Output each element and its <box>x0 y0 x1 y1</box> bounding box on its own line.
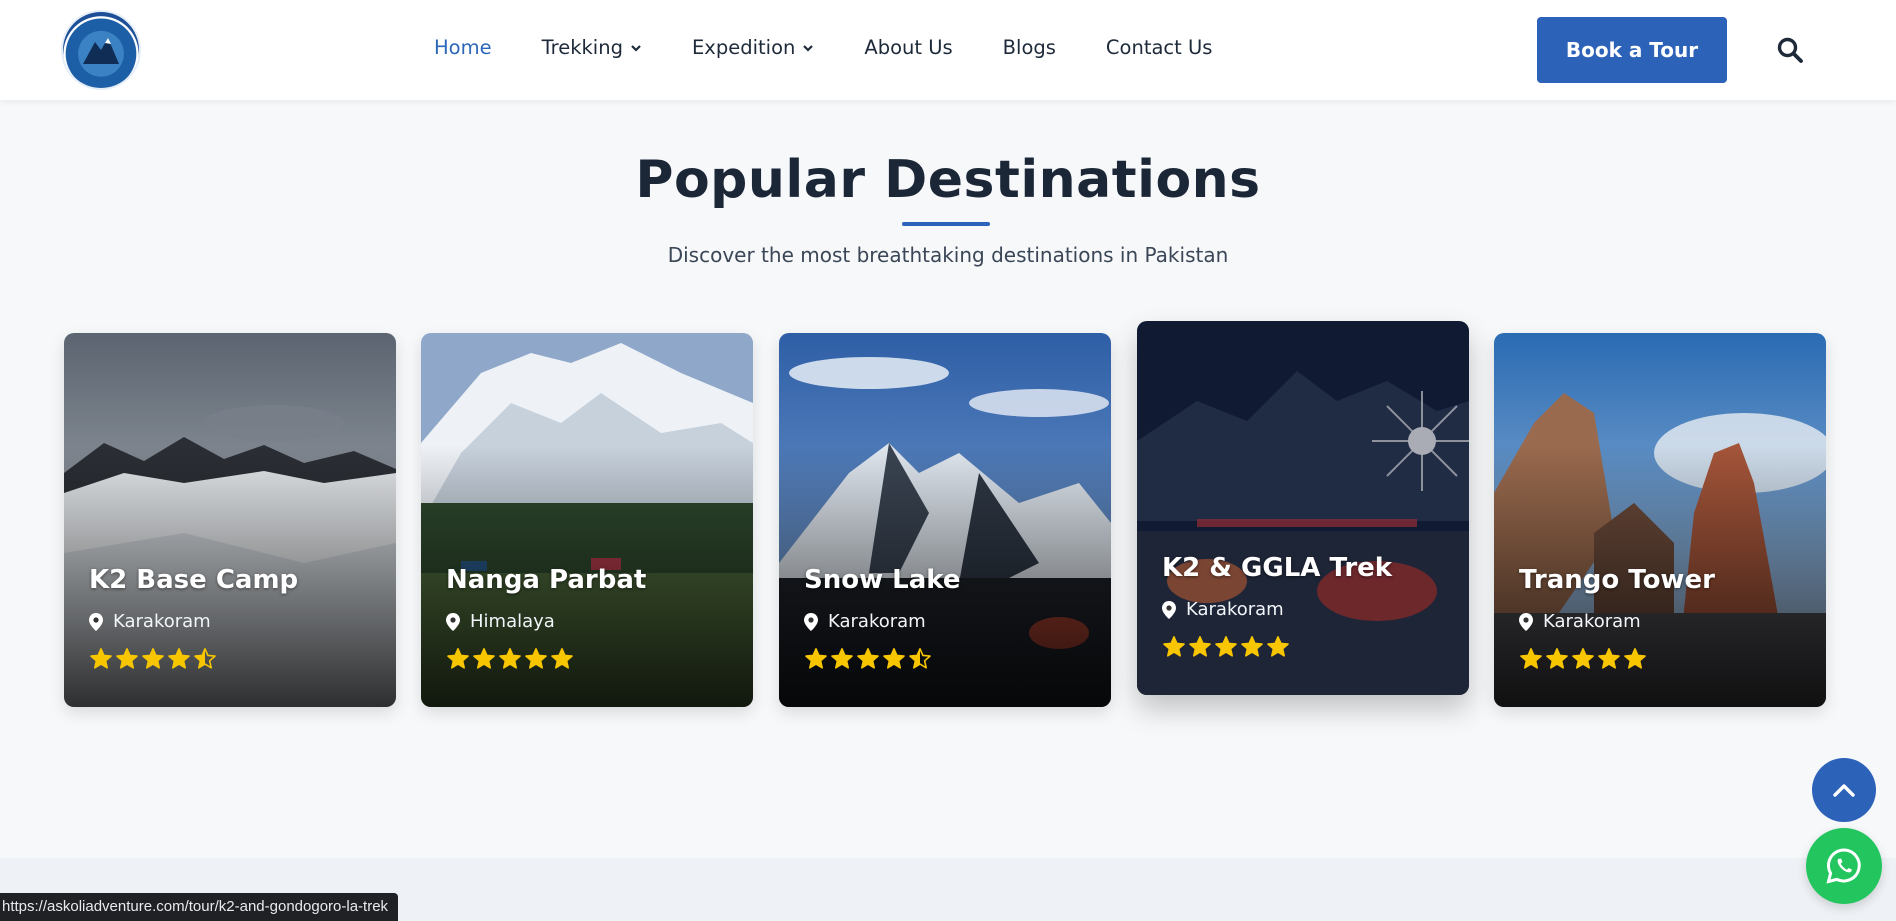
destination-location: Karakoram <box>1162 599 1284 620</box>
star-full-icon <box>473 648 495 669</box>
star-full-icon <box>883 648 905 669</box>
location-pin-icon <box>89 612 103 631</box>
whatsapp-button[interactable] <box>1806 828 1882 904</box>
nav-home[interactable]: Home <box>434 36 492 59</box>
star-full-icon <box>1241 636 1263 657</box>
star-full-icon <box>1520 648 1542 669</box>
star-full-icon <box>1215 636 1237 657</box>
rating-stars <box>804 647 932 671</box>
site-header: Home Trekking Expedition About Us Blogs … <box>0 0 1896 100</box>
star-full-icon <box>525 648 547 669</box>
destination-card[interactable]: Trango Tower Karakoram <box>1494 333 1826 707</box>
star-full-icon <box>831 648 853 669</box>
location-label: Karakoram <box>828 611 926 632</box>
nav-expedition[interactable]: Expedition <box>692 36 814 59</box>
location-label: Himalaya <box>470 611 555 632</box>
star-full-icon <box>551 648 573 669</box>
star-full-icon <box>90 648 112 669</box>
search-icon[interactable] <box>1776 36 1804 64</box>
star-full-icon <box>805 648 827 669</box>
nav-blogs[interactable]: Blogs <box>1003 36 1056 59</box>
destination-name: Snow Lake <box>804 565 961 595</box>
mountain-logo-icon <box>83 38 119 64</box>
star-full-icon <box>447 648 469 669</box>
star-full-icon <box>1267 636 1289 657</box>
section-subtitle: Discover the most breathtaking destinati… <box>667 243 1229 267</box>
destination-card[interactable]: Snow Lake Karakoram <box>779 333 1111 707</box>
destination-name: K2 & GGLA Trek <box>1162 553 1393 583</box>
destination-name: Nanga Parbat <box>446 565 647 595</box>
chevron-up-icon <box>1833 784 1855 797</box>
destination-card[interactable]: Nanga Parbat Himalaya <box>421 333 753 707</box>
nav-about-us[interactable]: About Us <box>864 36 952 59</box>
destination-location: Karakoram <box>89 611 211 632</box>
star-full-icon <box>168 648 190 669</box>
star-full-icon <box>857 648 879 669</box>
star-half-icon <box>909 648 931 669</box>
browser-status-url: https://askoliadventure.com/tour/k2-and-… <box>0 893 399 921</box>
star-full-icon <box>1163 636 1185 657</box>
star-full-icon <box>1598 648 1620 669</box>
rating-stars <box>89 647 217 671</box>
main-nav: Home Trekking Expedition About Us Blogs … <box>434 36 1262 59</box>
destination-location: Karakoram <box>804 611 926 632</box>
title-underline <box>902 222 990 226</box>
star-full-icon <box>1546 648 1568 669</box>
destination-name: K2 Base Camp <box>89 565 299 595</box>
scroll-to-top-button[interactable] <box>1812 758 1876 822</box>
destination-location: Himalaya <box>446 611 555 632</box>
destination-card[interactable]: K2 & GGLA Trek Karakoram <box>1137 321 1469 695</box>
star-full-icon <box>1189 636 1211 657</box>
nav-contact-us[interactable]: Contact Us <box>1106 36 1213 59</box>
book-a-tour-button[interactable]: Book a Tour <box>1537 17 1727 83</box>
location-pin-icon <box>804 612 818 631</box>
star-half-icon <box>194 648 216 669</box>
rating-stars <box>1519 647 1647 671</box>
star-full-icon <box>1624 648 1646 669</box>
nav-trekking[interactable]: Trekking <box>542 36 642 59</box>
star-full-icon <box>1572 648 1594 669</box>
whatsapp-icon <box>1826 848 1861 884</box>
chevron-down-icon <box>803 44 814 52</box>
location-label: Karakoram <box>1543 611 1641 632</box>
star-full-icon <box>116 648 138 669</box>
location-pin-icon <box>1162 600 1176 619</box>
destination-card[interactable]: K2 Base Camp Karakoram <box>64 333 396 707</box>
location-label: Karakoram <box>113 611 211 632</box>
star-full-icon <box>142 648 164 669</box>
site-logo[interactable] <box>63 12 139 88</box>
destination-location: Karakoram <box>1519 611 1641 632</box>
rating-stars <box>1162 635 1290 659</box>
location-pin-icon <box>1519 612 1533 631</box>
section-title: Popular Destinations <box>635 150 1261 210</box>
chevron-down-icon <box>631 44 641 52</box>
location-label: Karakoram <box>1186 599 1284 620</box>
location-pin-icon <box>446 612 460 631</box>
rating-stars <box>446 647 574 671</box>
star-full-icon <box>499 648 521 669</box>
destination-name: Trango Tower <box>1519 565 1715 595</box>
